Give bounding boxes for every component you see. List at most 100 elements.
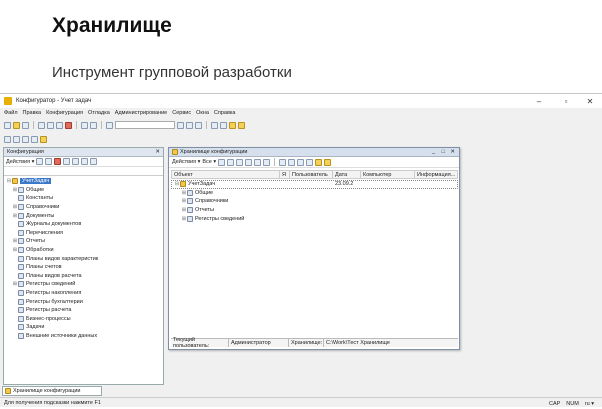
debug-icon[interactable] xyxy=(22,135,29,143)
tree-item[interactable]: Журналы документов xyxy=(4,220,163,229)
tree-item[interactable]: Регистры бухгалтерии xyxy=(4,297,163,306)
repo-close-button[interactable]: ✕ xyxy=(450,149,455,155)
refresh-icon[interactable] xyxy=(218,158,226,166)
config-icon[interactable] xyxy=(4,135,11,143)
col-info[interactable]: Информация... xyxy=(415,171,457,178)
tree-item[interactable]: Планы видов характеристик xyxy=(4,254,163,263)
panel-search[interactable] xyxy=(4,167,163,176)
close-button[interactable]: ✕ xyxy=(580,94,600,108)
tree-item-icon xyxy=(18,324,24,331)
add-icon[interactable] xyxy=(36,158,44,165)
release-icon[interactable] xyxy=(236,158,244,166)
help-icon[interactable] xyxy=(324,158,332,166)
maximize-button[interactable]: ▫ xyxy=(556,94,576,108)
database-icon[interactable] xyxy=(40,135,47,143)
undo-icon[interactable] xyxy=(81,121,88,129)
minimize-button[interactable]: – xyxy=(529,94,549,108)
menu-edit[interactable]: Правка xyxy=(23,110,42,116)
col-me[interactable]: Я xyxy=(280,171,290,178)
filter-icon[interactable] xyxy=(90,158,98,165)
bookmark-icon[interactable] xyxy=(211,121,218,129)
tree-item[interactable]: Бизнес-процессы xyxy=(4,315,163,324)
get-icon[interactable] xyxy=(254,158,262,166)
tree-item[interactable]: Внешние источники данных xyxy=(4,332,163,341)
lock-icon[interactable] xyxy=(315,158,323,166)
delete-icon[interactable] xyxy=(54,158,62,165)
col-date[interactable]: Дата xyxy=(333,171,361,178)
syntax-check-icon[interactable] xyxy=(220,121,227,129)
repo-row[interactable]: ⊞ Справочники xyxy=(171,197,458,206)
repo-row[interactable]: ⊞ Регистры сведений xyxy=(171,214,458,223)
tree-item[interactable]: Регистры расчета xyxy=(4,306,163,315)
panel-close-icon[interactable]: ✕ xyxy=(155,149,160,155)
tree-item-label: Справочники xyxy=(26,204,60,211)
tree-item[interactable]: Планы счетов xyxy=(4,263,163,272)
tree-item[interactable]: Задачи xyxy=(4,323,163,332)
open-icon[interactable] xyxy=(13,121,20,129)
repo-object-name: УчетЗадач xyxy=(188,181,216,188)
menu-configuration[interactable]: Конфигурация xyxy=(46,110,83,116)
repo-actions-menu[interactable]: Действия ▾ xyxy=(172,159,200,165)
repo-row[interactable]: ⊟ УчетЗадач 23.09.2 xyxy=(171,180,458,189)
settings-icon[interactable] xyxy=(297,158,305,166)
menu-administration[interactable]: Администрирование xyxy=(115,110,167,116)
repo-object-icon xyxy=(187,207,193,214)
new-icon[interactable] xyxy=(4,121,11,129)
history-icon[interactable] xyxy=(263,158,271,166)
menu-help[interactable]: Справка xyxy=(214,110,236,116)
tree-item[interactable]: ⊞ Документы xyxy=(4,211,163,220)
tree-item[interactable]: Регистры накопления xyxy=(4,289,163,298)
find-icon[interactable] xyxy=(106,121,113,129)
copy-icon[interactable] xyxy=(47,121,54,129)
search-dropdown-icon[interactable] xyxy=(177,121,184,129)
menu-service[interactable]: Сервис xyxy=(172,110,191,116)
find-next-icon[interactable] xyxy=(186,121,193,129)
tree-item[interactable]: ⊞ Регистры сведений xyxy=(4,280,163,289)
move-down-icon[interactable] xyxy=(72,158,80,165)
repo-all-menu[interactable]: Все ▾ xyxy=(202,159,216,165)
tree-item[interactable]: Планы видов расчета xyxy=(4,272,163,281)
cut-icon[interactable] xyxy=(38,121,45,129)
repo-minimize-button[interactable]: _ xyxy=(432,149,435,155)
tree-item[interactable]: ⊞ Справочники xyxy=(4,203,163,212)
commit-icon[interactable] xyxy=(245,158,253,166)
menu-file[interactable]: Файл xyxy=(4,110,18,116)
tree-item[interactable]: ⊟ УчетЗадач xyxy=(4,177,163,186)
language-indicator[interactable]: ru ▾ xyxy=(585,401,594,407)
tree-item-label: Документы xyxy=(26,212,55,219)
tree-item[interactable]: ⊞ Общие xyxy=(4,186,163,195)
redo-icon[interactable] xyxy=(90,121,97,129)
actions-menu[interactable]: Действия ▾ xyxy=(6,159,34,165)
compare-icon[interactable] xyxy=(279,158,287,166)
repo-maximize-button[interactable]: □ xyxy=(442,149,445,155)
edit-icon[interactable] xyxy=(45,158,53,165)
search-input[interactable] xyxy=(115,121,175,129)
module-icon[interactable] xyxy=(229,121,236,129)
col-user[interactable]: Пользователь xyxy=(290,171,333,178)
col-computer[interactable]: Компьютер xyxy=(361,171,415,178)
save-icon[interactable] xyxy=(22,121,29,129)
col-object[interactable]: Объект xyxy=(172,171,280,178)
tree-item[interactable]: ⊞ Отчеты xyxy=(4,237,163,246)
run-icon[interactable] xyxy=(13,135,20,143)
tree-item[interactable]: Перечисления xyxy=(4,229,163,238)
find-prev-icon[interactable] xyxy=(195,121,202,129)
sort-icon[interactable] xyxy=(81,158,89,165)
slide-title: Хранилище xyxy=(52,14,172,37)
capture-icon[interactable] xyxy=(227,158,235,166)
menu-debug[interactable]: Отладка xyxy=(88,110,110,116)
help-icon[interactable] xyxy=(238,121,245,129)
delete-icon[interactable] xyxy=(65,121,72,129)
bottom-tab-repository[interactable]: Хранилище конфигурации xyxy=(2,386,102,396)
tree-item[interactable]: ⊞ Обработки xyxy=(4,246,163,255)
compare-icon[interactable] xyxy=(31,135,38,143)
tree-item[interactable]: Константы xyxy=(4,194,163,203)
repo-row[interactable]: ⊞ Отчеты xyxy=(171,206,458,215)
filter-icon[interactable] xyxy=(288,158,296,166)
paste-icon[interactable] xyxy=(56,121,63,129)
repo-row[interactable]: ⊞ Общие xyxy=(171,189,458,198)
users-icon[interactable] xyxy=(306,158,314,166)
status-bar: Для получения подсказки нажмите F1 CAP N… xyxy=(0,397,602,408)
menu-windows[interactable]: Окна xyxy=(196,110,209,116)
move-up-icon[interactable] xyxy=(63,158,71,165)
